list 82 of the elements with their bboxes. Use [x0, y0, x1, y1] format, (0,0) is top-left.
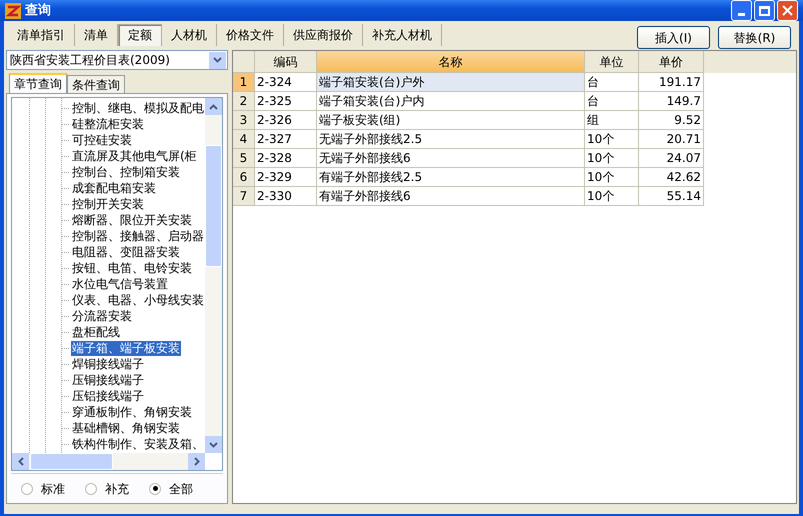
tree-item[interactable]: 成套配电箱安装 [71, 180, 157, 196]
tree-item[interactable]: 硅整流柜安装 [71, 116, 145, 132]
table-cell: 20.71 [639, 130, 704, 149]
table-cell: 有端子外部接线2.5 [317, 168, 585, 187]
table-cell: 191.17 [639, 73, 704, 92]
tree-item[interactable]: 压铜接线端子 [71, 372, 145, 388]
table-cell: 10个 [585, 130, 639, 149]
table-cell: 端子板安装(组) [317, 111, 585, 130]
table-cell: 10个 [585, 187, 639, 206]
tab[interactable]: 供应商报价 [284, 24, 363, 46]
table-cell: 9.52 [639, 111, 704, 130]
tab[interactable]: 补充人材机 [363, 24, 442, 46]
row-number: 7 [233, 187, 255, 206]
table-cell: 10个 [585, 149, 639, 168]
tab[interactable]: 清单指引 [8, 24, 75, 46]
horizontal-scrollbar[interactable] [12, 453, 205, 470]
tree-item[interactable]: 穿通板制作、角钢安装 [71, 404, 193, 420]
row-number: 6 [233, 168, 255, 187]
table-cell: 组 [585, 111, 639, 130]
row-number: 4 [233, 130, 255, 149]
table-cell: 2-328 [255, 149, 317, 168]
table-cell: 端子箱安装(台)户内 [317, 92, 585, 111]
row-number: 5 [233, 149, 255, 168]
table-cell: 2-330 [255, 187, 317, 206]
tab[interactable]: 价格文件 [217, 24, 284, 46]
table-cell: 台 [585, 92, 639, 111]
table-cell: 2-325 [255, 92, 317, 111]
table-cell: 10个 [585, 168, 639, 187]
tree-item[interactable]: 熔断器、限位开关安装 [71, 212, 193, 228]
table-cell: 149.7 [639, 92, 704, 111]
tab[interactable]: 条件查询 [67, 75, 125, 93]
minimize-button[interactable] [731, 0, 752, 21]
table-cell: 42.62 [639, 168, 704, 187]
tree-item[interactable]: 分流器安装 [71, 308, 133, 324]
radio-option[interactable]: 标准 [21, 480, 65, 498]
tree-item[interactable]: 端子箱、端子板安装 [71, 340, 181, 356]
radio-option[interactable]: 全部 [149, 480, 193, 498]
tree-item[interactable]: 控制、继电、模拟及配电 [71, 100, 205, 116]
table-cell: 2-326 [255, 111, 317, 130]
tree-item[interactable]: 可控硅安装 [71, 132, 133, 148]
action-button[interactable]: 替换(R) [718, 26, 791, 49]
vertical-scrollbar[interactable] [205, 98, 222, 453]
column-header[interactable]: 单价 [639, 51, 704, 73]
row-number: 1 [233, 73, 255, 92]
table-cell: 2-329 [255, 168, 317, 187]
tree-item[interactable]: 电阻器、变阻器安装 [71, 244, 181, 260]
table-cell: 台 [585, 73, 639, 92]
column-header[interactable]: 名称 [317, 51, 585, 73]
radio-option[interactable]: 补充 [85, 480, 129, 498]
tree-item[interactable]: 控制开关安装 [71, 196, 145, 212]
column-header[interactable]: 单位 [585, 51, 639, 73]
window-title: 查询 [25, 2, 51, 20]
tree-item[interactable]: 直流屏及其他电气屏(柜 [71, 148, 198, 164]
row-number: 2 [233, 92, 255, 111]
tree-item[interactable]: 仪表、电器、小母线安装 [71, 292, 205, 308]
table-cell: 2-327 [255, 130, 317, 149]
tree-item[interactable]: 水位电气信号装置 [71, 276, 169, 292]
close-icon [782, 5, 793, 16]
close-button[interactable] [777, 0, 798, 21]
tab[interactable]: 章节查询 [9, 73, 67, 93]
tree-item[interactable]: 铁构件制作、安装及箱、 [71, 436, 205, 452]
library-dropdown[interactable]: 陕西省安装工程价目表(2009) [6, 50, 228, 70]
tab[interactable]: 人材机 [162, 24, 217, 46]
table-cell: 24.07 [639, 149, 704, 168]
caret-icon [213, 57, 222, 63]
tree-item[interactable]: 基础槽钢、角钢安装 [71, 420, 181, 436]
tree-item[interactable]: 焊铜接线端子 [71, 356, 145, 372]
maximize-button[interactable] [754, 0, 775, 21]
tab[interactable]: 定额 [118, 24, 162, 46]
app-icon [5, 2, 21, 18]
tree-item[interactable]: 压铝接线端子 [71, 388, 145, 404]
table-cell: 端子箱安装(台)户外 [317, 73, 585, 92]
row-number: 3 [233, 111, 255, 130]
table-cell: 55.14 [639, 187, 704, 206]
tree-item[interactable]: 盘柜配线 [71, 324, 121, 340]
table-cell: 无端子外部接线2.5 [317, 130, 585, 149]
tree-item[interactable]: 按钮、电笛、电铃安装 [71, 260, 193, 276]
table-cell: 无端子外部接线6 [317, 149, 585, 168]
action-button[interactable]: 插入(I) [637, 26, 710, 49]
tree-item[interactable]: 控制台、控制箱安装 [71, 164, 181, 180]
tree-item[interactable]: 控制器、接触器、启动器 [71, 228, 205, 244]
table-cell: 有端子外部接线6 [317, 187, 585, 206]
